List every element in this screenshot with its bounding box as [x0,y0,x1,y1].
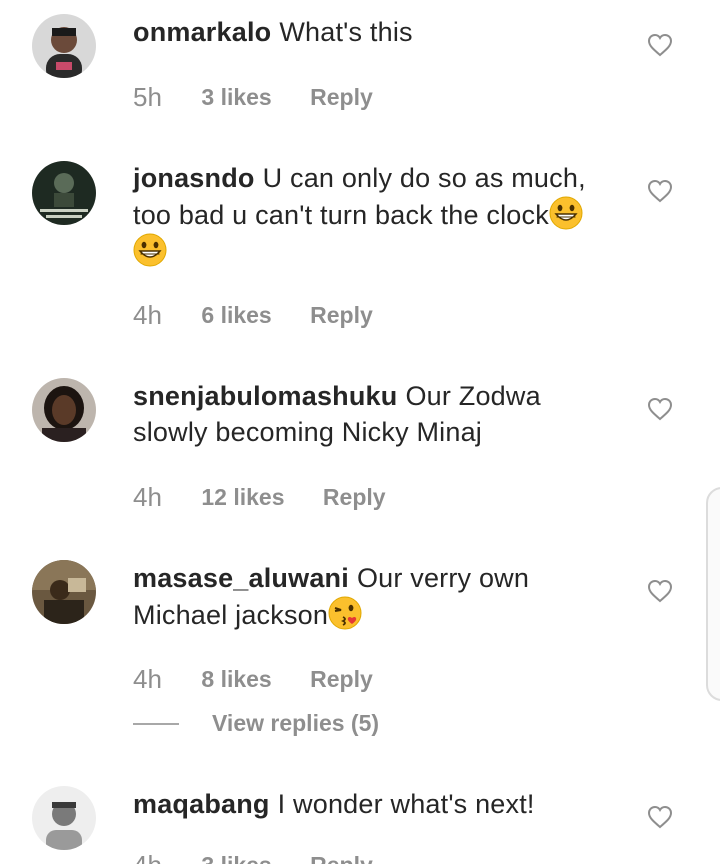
reply-button[interactable]: Reply [310,666,373,693]
reply-button[interactable]: Reply [310,852,373,864]
comment-time: 4h [133,300,162,330]
side-panel-edge[interactable] [706,487,720,701]
user-avatar[interactable] [32,14,96,78]
reply-button[interactable]: Reply [323,484,386,511]
likes-count[interactable]: 3 likes [201,852,271,864]
heart-icon[interactable] [647,397,673,421]
heart-icon[interactable] [647,579,673,603]
comment-username[interactable]: maqabang [133,789,270,819]
comment-username[interactable]: jonasndo [133,163,255,193]
comment-username[interactable]: snenjabulomashuku [133,381,397,411]
user-avatar[interactable] [32,378,96,442]
comment-time: 4h [133,850,195,864]
comment-text: maqabang I wonder what's next! [133,786,623,822]
comment-meta: 4h 8 likes Reply [133,664,373,694]
comment-text: onmarkalo What's this [133,14,623,50]
comment-meta: 4h 3 likes Reply [133,850,373,864]
reply-button[interactable]: Reply [310,302,373,329]
likes-count[interactable]: 3 likes [201,84,271,111]
comment-username[interactable]: onmarkalo [133,17,271,47]
heart-icon[interactable] [647,805,673,829]
comment-time: 5h [133,82,162,112]
comment-meta: 4h 6 likes Reply [133,300,373,330]
heart-icon[interactable] [647,179,673,203]
likes-count[interactable]: 12 likes [201,484,284,511]
grinning-face-icon [133,233,167,267]
view-replies-label[interactable]: View replies (5) [212,710,379,737]
comment-time: 4h [133,482,162,512]
grinning-face-icon [549,196,583,230]
comment-text: jonasndo U can only do so as much, too ba… [133,160,623,270]
user-avatar[interactable] [32,161,96,225]
kissing-wink-face-icon [328,596,362,630]
comment-body: What's this [279,17,413,47]
likes-count[interactable]: 8 likes [201,666,271,693]
comment-text: masase_aluwani Our verry own Michael jack… [133,560,623,633]
user-avatar[interactable] [32,786,96,850]
replies-divider [133,723,179,725]
user-avatar[interactable] [32,560,96,624]
comment-text: snenjabulomashuku Our Zodwa slowly becomi… [133,378,623,450]
reply-button[interactable]: Reply [310,84,373,111]
comment-username[interactable]: masase_aluwani [133,563,349,593]
likes-count[interactable]: 6 likes [201,302,271,329]
comment-body: I wonder what's next! [277,789,535,819]
comment-time: 4h [133,664,162,694]
heart-icon[interactable] [647,33,673,57]
comments-list: onmarkalo What's this 5h 3 likes Reply jo… [0,0,720,864]
comment-meta: 4h 12 likes Reply [133,482,386,512]
comment-meta: 5h 3 likes Reply [133,82,373,112]
